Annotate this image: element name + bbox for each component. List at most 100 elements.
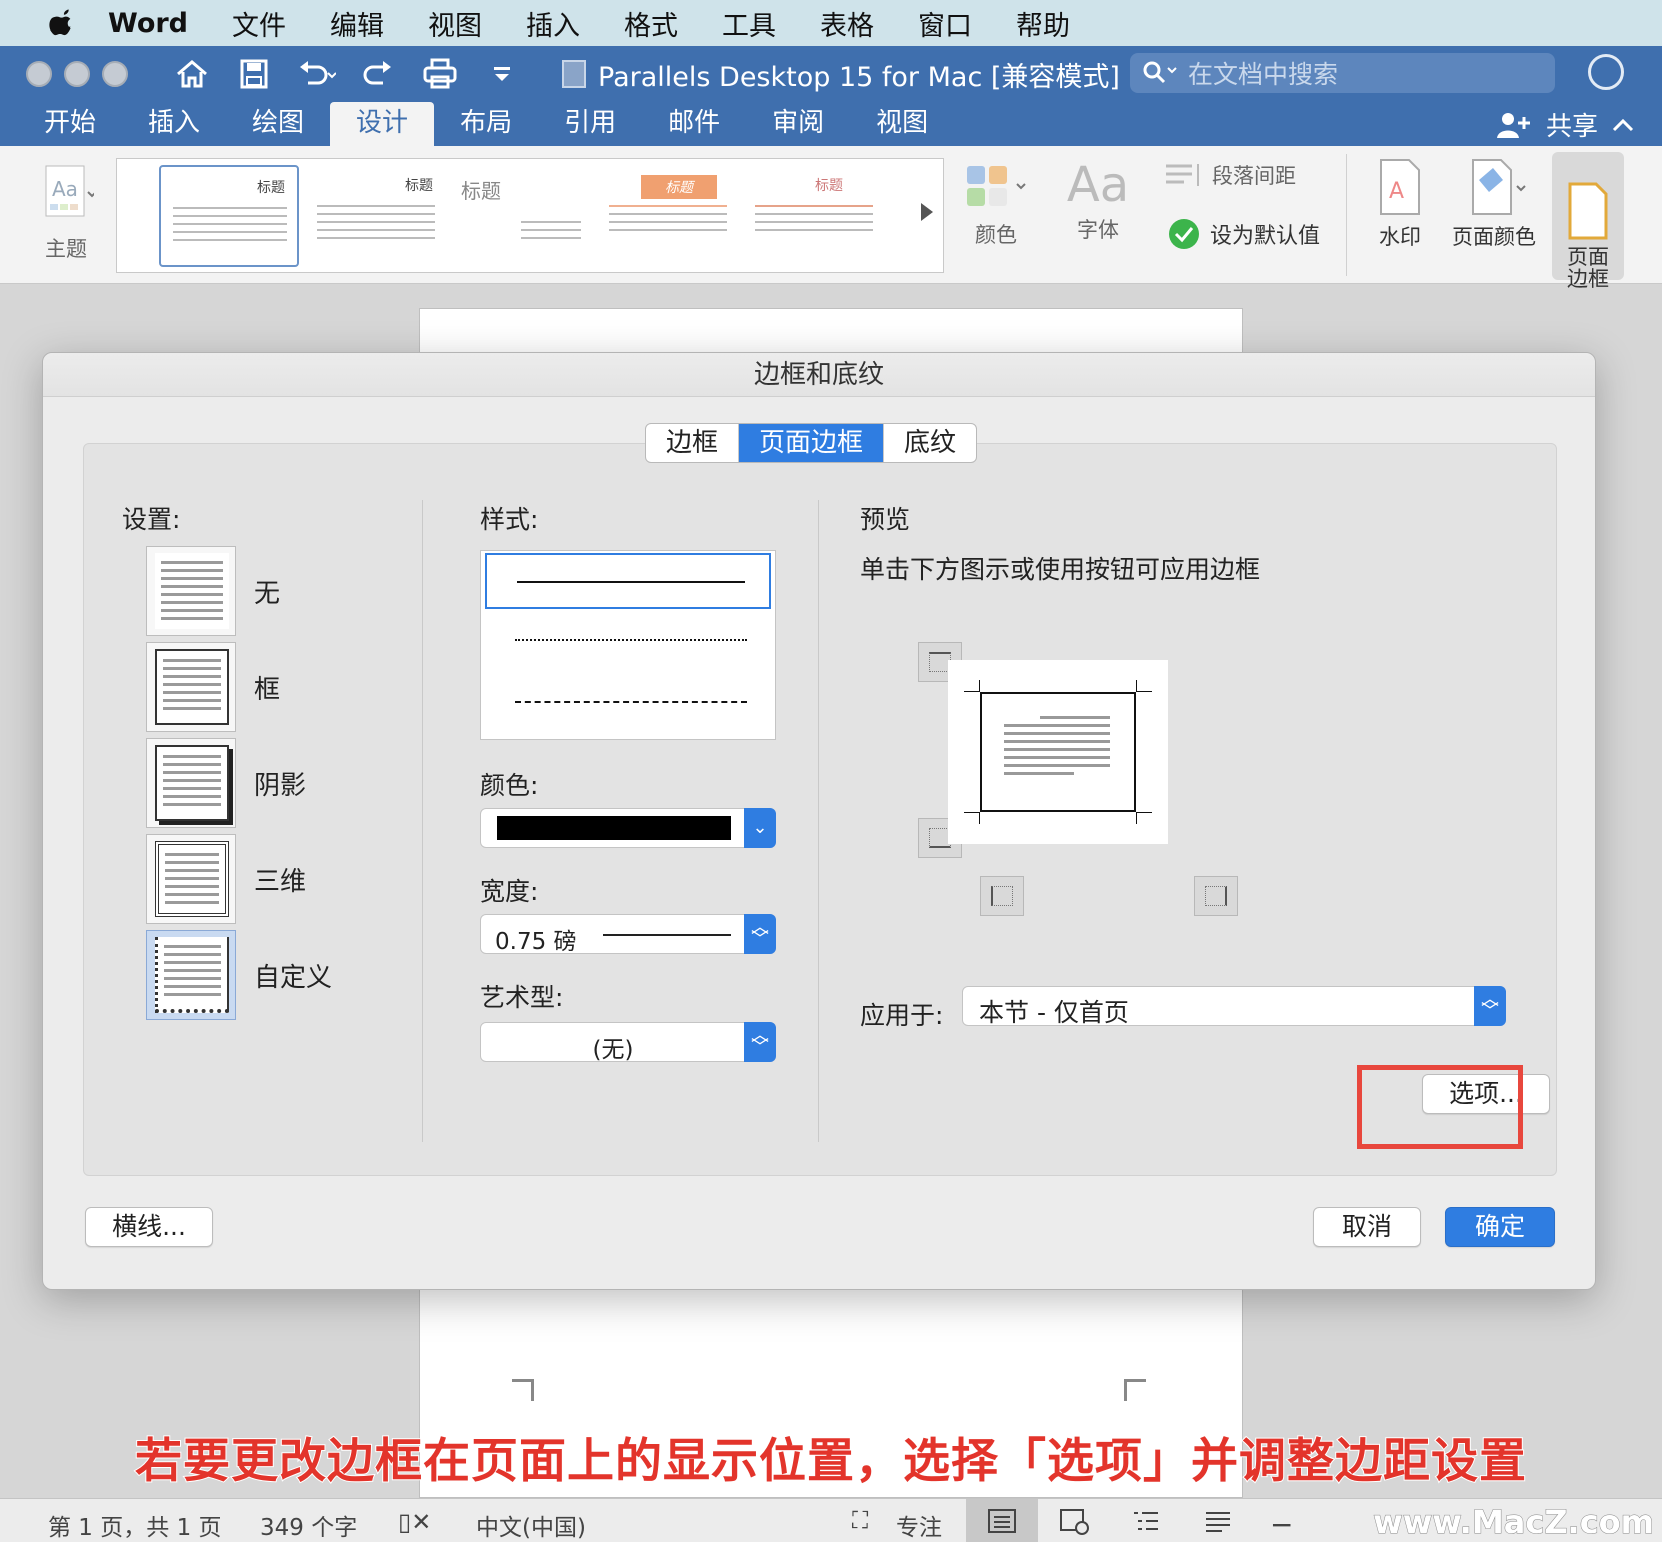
svg-text:A: A <box>1389 179 1404 204</box>
setting-none[interactable]: 无 <box>146 546 280 636</box>
document-icon <box>562 60 586 88</box>
tab-design[interactable]: 设计 <box>330 102 435 146</box>
word-count[interactable]: 349 个字 <box>260 1508 357 1542</box>
menu-window[interactable]: 窗口 <box>918 4 972 43</box>
home-icon[interactable] <box>172 56 212 92</box>
tab-insert[interactable]: 插入 <box>122 102 226 146</box>
proofing-icon[interactable]: ▯✕ <box>398 1508 431 1536</box>
menu-format[interactable]: 格式 <box>624 4 678 43</box>
tab-mailings[interactable]: 邮件 <box>642 102 746 146</box>
feedback-smiley-icon[interactable] <box>1588 54 1624 90</box>
save-icon[interactable] <box>234 56 274 92</box>
ok-button[interactable]: 确定 <box>1445 1207 1555 1247</box>
settings-label: 设置: <box>122 505 181 534</box>
setting-box[interactable]: 框 <box>146 642 280 732</box>
minimize-window-button[interactable] <box>64 61 90 87</box>
zoom-window-button[interactable] <box>102 61 128 87</box>
tab-borders[interactable]: 边框 <box>646 424 740 462</box>
style-set-thumb-3[interactable]: 标题 <box>451 165 591 267</box>
themes-button[interactable]: Aa 主题 <box>26 162 106 263</box>
tab-draw[interactable]: 绘图 <box>226 102 330 146</box>
border-preview[interactable] <box>948 660 1168 844</box>
color-palette-icon <box>967 166 1026 206</box>
line-style-dashed[interactable] <box>485 675 771 731</box>
web-layout-view-button[interactable] <box>1038 1499 1110 1542</box>
tab-review[interactable]: 审阅 <box>746 102 850 146</box>
zoom-out-icon[interactable]: − <box>1270 1508 1293 1541</box>
print-icon[interactable] <box>420 56 460 92</box>
window-controls <box>26 61 128 87</box>
border-width-select[interactable]: 0.75 磅 ︿ ﹀ <box>480 914 776 955</box>
preview-page-border <box>980 692 1136 812</box>
tutorial-caption: 若要更改边框在页面上的显示位置，选择「选项」并调整边距设置 <box>134 1433 1527 1490</box>
left-border-toggle[interactable] <box>980 876 1024 916</box>
menu-insert[interactable]: 插入 <box>526 4 580 43</box>
language-indicator[interactable]: 中文(中国) <box>476 1508 586 1542</box>
tab-view[interactable]: 视图 <box>850 102 954 146</box>
colors-button[interactable]: 颜色 <box>960 158 1032 249</box>
setting-none-label: 无 <box>254 578 281 609</box>
apply-to-select[interactable]: 本节 - 仅首页 ︿ ﹀ <box>962 986 1506 1027</box>
page-count[interactable]: 第 1 页，共 1 页 <box>48 1508 222 1542</box>
customize-toolbar-icon[interactable] <box>482 56 522 92</box>
share-button[interactable]: 共享 <box>1496 106 1634 143</box>
collapse-ribbon-icon[interactable] <box>1612 117 1634 133</box>
focus-icon[interactable]: ⛶ <box>852 1508 868 1534</box>
line-style-dotted[interactable] <box>485 613 771 669</box>
draft-view-button[interactable] <box>1182 1499 1254 1542</box>
setting-3d[interactable]: 三维 <box>146 834 306 924</box>
page-borders-button[interactable]: 页面 边框 <box>1552 152 1624 290</box>
document-search-input[interactable]: 在文档中搜索 <box>1130 53 1555 93</box>
color-swatch <box>497 816 731 840</box>
style-set-thumb-1[interactable]: 标题 <box>159 165 299 267</box>
setting-custom[interactable]: 自定义 <box>146 930 332 1020</box>
style-set-thumb-4[interactable]: 标题 <box>597 165 737 267</box>
line-style-solid[interactable] <box>485 553 771 609</box>
apple-logo-icon[interactable] <box>38 8 86 38</box>
setting-shadow[interactable]: 阴影 <box>146 738 306 828</box>
horizontal-line-button[interactable]: 横线... <box>85 1207 213 1247</box>
style-set-gallery[interactable]: 标题 标题 标题 标题 标题 <box>116 158 944 273</box>
print-layout-view-button[interactable] <box>966 1499 1038 1542</box>
page-margin-corner-mark <box>512 1379 534 1401</box>
menu-file[interactable]: 文件 <box>232 4 286 43</box>
border-color-select[interactable]: ⌄ <box>480 808 776 848</box>
menu-table[interactable]: 表格 <box>820 4 874 43</box>
tab-shading[interactable]: 底纹 <box>884 424 976 462</box>
style-set-thumb-5[interactable]: 标题 <box>743 165 883 267</box>
column-divider <box>422 500 423 1142</box>
tab-references[interactable]: 引用 <box>538 102 642 146</box>
gallery-next-arrow-icon[interactable] <box>921 203 933 221</box>
redo-icon[interactable] <box>358 56 398 92</box>
fonts-button[interactable]: Aa 字体 <box>1058 156 1138 244</box>
column-divider <box>818 500 819 1142</box>
style-set-thumb-2[interactable]: 标题 <box>305 165 445 267</box>
art-border-select[interactable]: (无) ︿ ﹀ <box>480 1022 776 1063</box>
paragraph-spacing-button[interactable]: 段落间距 <box>1164 160 1324 190</box>
watermark-button[interactable]: A 水印 <box>1372 158 1428 251</box>
chevron-down-icon: ⌄ <box>744 808 776 848</box>
undo-icon[interactable] <box>296 56 336 92</box>
close-window-button[interactable] <box>26 61 52 87</box>
menu-help[interactable]: 帮助 <box>1016 4 1070 43</box>
theme-icon: Aa <box>45 165 97 217</box>
theme-label: 主题 <box>45 237 87 261</box>
tab-page-border[interactable]: 页面边框 <box>739 424 885 462</box>
preview-hint: 单击下方图示或使用按钮可应用边框 <box>860 555 1261 584</box>
tab-home[interactable]: 开始 <box>18 102 122 146</box>
menu-edit[interactable]: 编辑 <box>330 4 384 43</box>
right-border-toggle[interactable] <box>1194 876 1238 916</box>
status-bar: 第 1 页，共 1 页 349 个字 ▯✕ 中文(中国) ⛶ 专注 − www.… <box>0 1498 1662 1542</box>
menu-view[interactable]: 视图 <box>428 4 482 43</box>
line-style-list[interactable] <box>480 550 776 740</box>
outline-view-button[interactable] <box>1110 1499 1182 1542</box>
focus-label[interactable]: 专注 <box>896 1508 942 1542</box>
set-as-default-button[interactable]: 设为默认值 <box>1168 218 1348 250</box>
window-titlebar: Parallels Desktop 15 for Mac [兼容模式] 在文档中… <box>0 46 1662 102</box>
art-value: (无) <box>592 1037 634 1063</box>
page-color-button[interactable]: 页面颜色 <box>1448 158 1540 251</box>
tab-layout[interactable]: 布局 <box>434 102 538 146</box>
cancel-button[interactable]: 取消 <box>1313 1207 1421 1247</box>
menu-tools[interactable]: 工具 <box>722 4 776 43</box>
menu-app-word[interactable]: Word <box>108 8 188 39</box>
